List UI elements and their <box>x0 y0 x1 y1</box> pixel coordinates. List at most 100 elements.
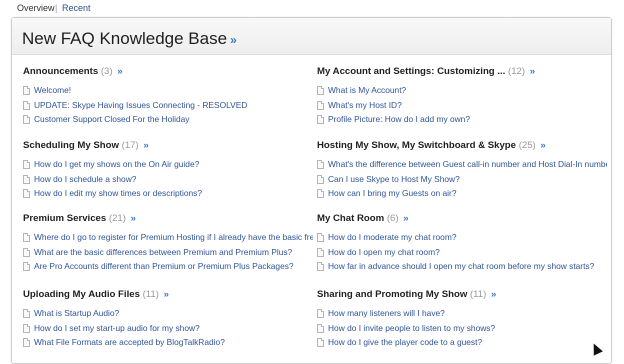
faq-link-text[interactable]: What File Formats are accepted by BlogTa… <box>34 337 225 347</box>
faq-link-text[interactable]: How can I bring my Guests on air? <box>328 188 456 198</box>
section-arrow-icon[interactable]: » <box>403 213 408 224</box>
faq-link-text[interactable]: How do I schedule a show? <box>34 174 136 184</box>
section-title[interactable]: Hosting My Show, My Switchboard & Skype <box>317 140 516 151</box>
section-arrow-icon[interactable]: » <box>530 66 535 77</box>
faq-link[interactable]: How do I get my shows on the On Air guid… <box>23 157 313 172</box>
section-scheduling: Scheduling My Show (17) » How do I get m… <box>23 139 313 201</box>
section-arrow-icon[interactable]: » <box>491 289 496 300</box>
section-title[interactable]: Sharing and Promoting My Show <box>317 289 467 300</box>
section-hosting: Hosting My Show, My Switchboard & Skype … <box>317 139 607 201</box>
faq-link[interactable]: How do I open my chat room? <box>317 245 607 260</box>
section-header[interactable]: Scheduling My Show (17) » <box>23 139 313 153</box>
faq-link-text[interactable]: Can I use Skype to Host My Show? <box>328 174 460 184</box>
section-title[interactable]: Announcements <box>23 66 98 77</box>
faq-link[interactable]: How many listeners will I have? <box>317 306 607 321</box>
panel-header: New FAQ Knowledge Base» <box>12 18 611 55</box>
faq-link-text[interactable]: How do I give the player code to a guest… <box>328 337 482 347</box>
faq-link[interactable]: UPDATE: Skype Having Issues Connecting -… <box>23 98 313 113</box>
section-header[interactable]: Uploading My Audio Files (11) » <box>23 288 313 302</box>
faq-link[interactable]: How do I set my start-up audio for my sh… <box>23 321 313 336</box>
section-count: (11) <box>469 289 487 300</box>
faq-link-text[interactable]: How do I get my shows on the On Air guid… <box>34 159 199 169</box>
faq-link[interactable]: How do I moderate my chat room? <box>317 230 607 245</box>
section-arrow-icon[interactable]: » <box>164 289 169 300</box>
document-icon <box>317 262 324 271</box>
faq-link-text[interactable]: How far in advance should I open my chat… <box>328 261 594 271</box>
section-count: (17) <box>121 140 139 151</box>
faq-link[interactable]: How can I bring my Guests on air? <box>317 186 607 201</box>
section-header[interactable]: Hosting My Show, My Switchboard & Skype … <box>317 139 607 153</box>
faq-link-text[interactable]: How many listeners will I have? <box>328 308 445 318</box>
section-title[interactable]: My Account and Settings: Customizing ... <box>317 66 505 77</box>
faq-link-text[interactable]: What's the difference between Guest call… <box>328 159 607 169</box>
section-title[interactable]: Uploading My Audio Files <box>23 289 140 300</box>
faq-link[interactable]: What's the difference between Guest call… <box>317 157 607 172</box>
faq-link[interactable]: What's my Host ID? <box>317 98 607 113</box>
section-title[interactable]: My Chat Room <box>317 213 384 224</box>
title-arrow-icon[interactable]: » <box>230 33 237 47</box>
faq-link-text[interactable]: Profile Picture: How do I add my own? <box>328 114 470 124</box>
section-arrow-icon[interactable]: » <box>131 213 136 224</box>
faq-link-text[interactable]: What is My Account? <box>328 85 406 95</box>
section-count: (11) <box>142 289 159 300</box>
document-icon <box>317 247 324 257</box>
overview-link[interactable]: Overview <box>17 1 55 16</box>
page-title-text[interactable]: New FAQ Knowledge Base <box>22 29 227 48</box>
section-header[interactable]: My Chat Room (6) » <box>317 212 607 226</box>
faq-link-text[interactable]: What is Startup Audio? <box>34 308 119 318</box>
document-icon <box>317 160 324 169</box>
faq-link[interactable]: How do I edit my show times or descripti… <box>23 186 313 201</box>
faq-link[interactable]: Where do I go to register for Premium Ho… <box>23 230 313 245</box>
faq-link-text[interactable]: Where do I go to register for Premium Ho… <box>34 232 313 242</box>
section-header[interactable]: Announcements (3) » <box>23 65 313 79</box>
section-arrow-icon[interactable]: » <box>117 66 122 77</box>
section-count: (21) <box>108 213 126 224</box>
section-count: (25) <box>518 140 536 151</box>
faq-link-text[interactable]: Welcome! <box>34 85 71 95</box>
faq-link[interactable]: Welcome! <box>23 83 313 98</box>
page-title[interactable]: New FAQ Knowledge Base» <box>22 29 237 49</box>
faq-link-text[interactable]: Customer Support Closed For the Holiday <box>34 114 189 124</box>
faq-link[interactable]: Can I use Skype to Host My Show? <box>317 172 607 187</box>
faq-link-text[interactable]: How do I open my chat room? <box>328 247 440 257</box>
faq-link[interactable]: How do I invite people to listen to my s… <box>317 321 607 336</box>
section-header[interactable]: My Account and Settings: Customizing ...… <box>317 65 607 79</box>
section-announcements: Announcements (3) » Welcome! UPDATE: Sky… <box>23 65 313 127</box>
section-count: (3) <box>100 66 113 77</box>
faq-link[interactable]: What is My Account? <box>317 83 607 98</box>
faq-link[interactable]: What File Formats are accepted by BlogTa… <box>23 335 313 350</box>
document-icon <box>317 86 324 95</box>
section-header[interactable]: Sharing and Promoting My Show (11) » <box>317 288 607 302</box>
section-arrow-icon[interactable]: » <box>540 140 545 151</box>
document-icon <box>23 189 30 198</box>
faq-link[interactable]: How far in advance should I open my chat… <box>317 259 607 274</box>
document-icon <box>317 100 324 110</box>
section-title[interactable]: Premium Services <box>23 213 106 224</box>
document-icon <box>317 189 324 198</box>
faq-link-text[interactable]: UPDATE: Skype Having Issues Connecting -… <box>34 100 247 110</box>
document-icon <box>317 338 324 347</box>
document-icon <box>23 309 30 318</box>
faq-link[interactable]: What is Startup Audio? <box>23 306 313 321</box>
faq-link[interactable]: Are Pro Accounts different than Premium … <box>23 259 313 274</box>
faq-link-text[interactable]: What are the basic differences between P… <box>34 247 292 257</box>
faq-link-text[interactable]: How do I edit my show times or descripti… <box>34 188 202 198</box>
section-title[interactable]: Scheduling My Show <box>23 140 119 151</box>
document-icon <box>317 174 324 184</box>
faq-link-text[interactable]: How do I set my start-up audio for my sh… <box>34 323 200 333</box>
document-icon <box>23 160 30 169</box>
section-header[interactable]: Premium Services (21) » <box>23 212 313 226</box>
section-arrow-icon[interactable]: » <box>143 140 148 151</box>
faq-link-text[interactable]: What's my Host ID? <box>328 100 402 110</box>
faq-link-text[interactable]: How do I moderate my chat room? <box>328 232 456 242</box>
recent-link[interactable]: Recent <box>62 1 91 16</box>
section-sharing: Sharing and Promoting My Show (11) » How… <box>317 288 607 350</box>
section-chatroom: My Chat Room (6) » How do I moderate my … <box>317 212 607 274</box>
faq-link[interactable]: Profile Picture: How do I add my own? <box>317 112 607 127</box>
faq-link[interactable]: Customer Support Closed For the Holiday <box>23 112 313 127</box>
faq-link[interactable]: How do I give the player code to a guest… <box>317 335 607 350</box>
faq-link-text[interactable]: How do I invite people to listen to my s… <box>328 323 495 333</box>
faq-link[interactable]: What are the basic differences between P… <box>23 245 313 260</box>
faq-link-text[interactable]: Are Pro Accounts different than Premium … <box>34 261 294 271</box>
faq-link[interactable]: How do I schedule a show? <box>23 172 313 187</box>
